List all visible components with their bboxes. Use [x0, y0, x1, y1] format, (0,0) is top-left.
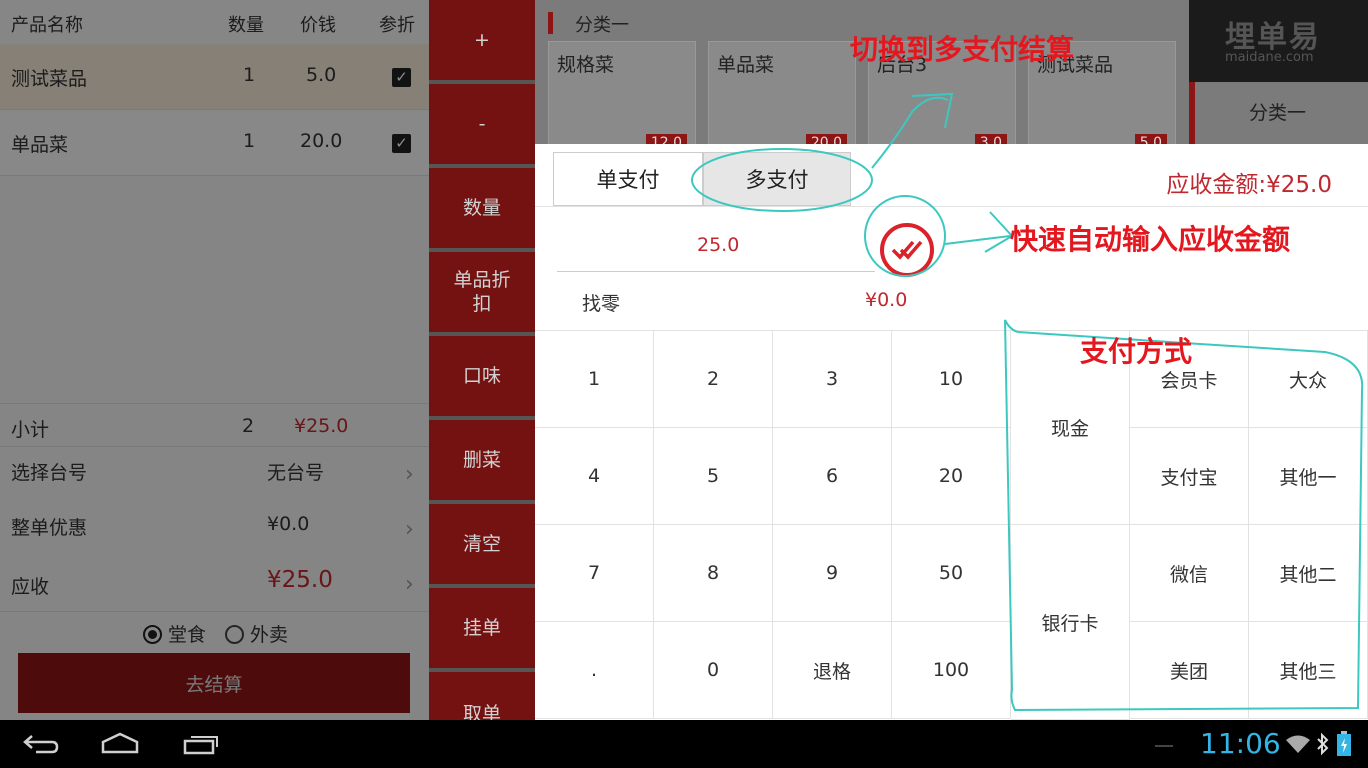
annotation-methods: 支付方式 [1080, 335, 1193, 368]
wifi-icon [1286, 735, 1310, 753]
annotation-auto-fill: 快速自动输入应收金额 [1010, 223, 1291, 256]
system-nav-bar: 11:06 [0, 720, 1368, 768]
home-icon[interactable] [100, 732, 140, 754]
bluetooth-icon [1317, 732, 1329, 756]
battery-icon [1337, 731, 1351, 756]
clock: 11:06 [1200, 727, 1281, 760]
back-icon[interactable] [22, 734, 60, 754]
notification-icon [1155, 745, 1173, 747]
annotation-switch: 切换到多支付结算 [850, 33, 1075, 66]
recent-apps-icon[interactable] [183, 733, 219, 755]
